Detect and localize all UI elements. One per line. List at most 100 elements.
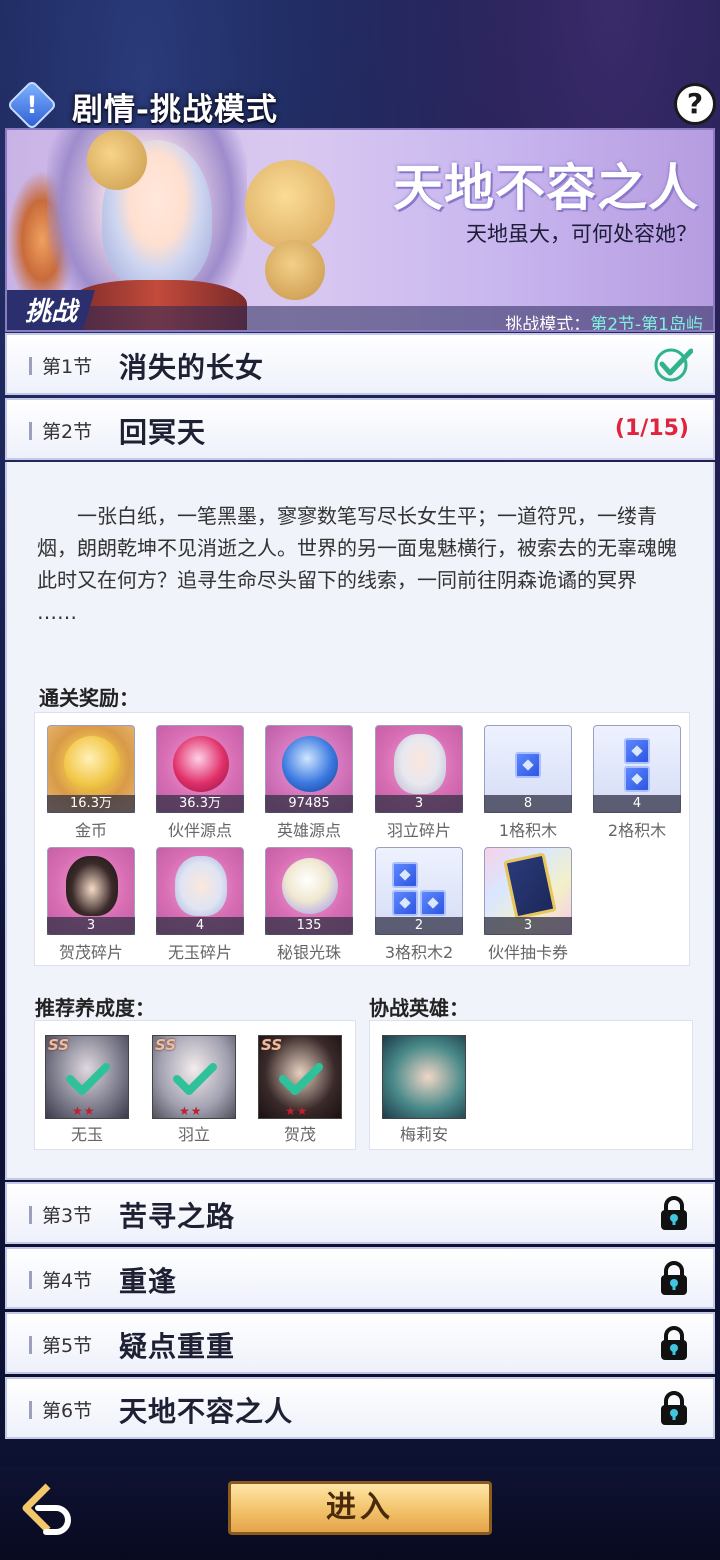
alert-icon[interactable]: ! <box>6 79 58 131</box>
section-4[interactable]: 第4节 重逢 <box>5 1247 715 1309</box>
reward-label: 秘银光珠 <box>276 943 341 962</box>
section-marker <box>29 1336 32 1354</box>
reward-label: 贺茂碎片 <box>58 943 123 962</box>
section-marker <box>29 422 32 440</box>
reward-qty: 4 <box>156 917 244 935</box>
section-number: 第4节 <box>42 1270 93 1292</box>
page-title: 剧情-挑战模式 <box>72 92 278 128</box>
reward-item[interactable]: 8 1格积木 <box>484 725 574 840</box>
lock-icon <box>661 1391 687 1425</box>
rewards-grid: 16.3万 金币 36.3万 伙伴源点 97485 英雄源点 3 羽立碎片 8 … <box>34 712 690 966</box>
reward-label: 羽立碎片 <box>386 821 451 840</box>
section-name: 疑点重重 <box>119 1330 236 1363</box>
banner-title: 天地不容之人 <box>393 158 699 217</box>
reward-item[interactable]: 4 2格积木 <box>593 725 683 840</box>
hero-portrait: SS ★★ <box>258 1035 342 1119</box>
challenge-mode-progress: 挑战模式：第2节-第1岛屿 <box>505 315 703 332</box>
section-6[interactable]: 第6节 天地不容之人 <box>5 1377 715 1439</box>
check-icon <box>66 1063 110 1095</box>
section-5[interactable]: 第5节 疑点重重 <box>5 1312 715 1374</box>
reward-item[interactable]: 135 秘银光珠 <box>265 847 355 962</box>
section-marker <box>29 357 32 375</box>
chapter-banner: 天地不容之人 天地虽大，可何处容她？ 挑战 挑战模式：第2节-第1岛屿 <box>5 128 715 332</box>
pig-mascot-icon <box>245 160 335 250</box>
reward-label: 3格积木2 <box>384 943 454 962</box>
reward-qty: 3 <box>47 917 135 935</box>
pig-mascot-icon <box>265 240 325 300</box>
reward-item[interactable]: 3 贺茂碎片 <box>47 847 137 962</box>
section-number: 第6节 <box>42 1400 93 1422</box>
recommended-hero[interactable]: SS ★★ 贺茂 <box>258 1035 342 1145</box>
reward-qty: 135 <box>265 917 353 935</box>
back-arrow-icon[interactable] <box>18 1480 78 1540</box>
hero-name: 梅莉安 <box>399 1125 448 1144</box>
hero-portrait <box>382 1035 466 1119</box>
hero-name: 贺茂 <box>283 1125 316 1144</box>
reward-item[interactable]: 16.3万 金币 <box>47 725 137 840</box>
help-button[interactable]: ? <box>674 83 716 125</box>
lock-icon <box>661 1261 687 1295</box>
section-name: 天地不容之人 <box>119 1395 294 1428</box>
pig-mascot-icon <box>87 130 147 190</box>
assist-title: 协战英雄： <box>369 996 469 1020</box>
reward-label: 1格积木 <box>498 821 558 840</box>
check-icon <box>279 1063 323 1095</box>
reward-qty: 97485 <box>265 795 353 813</box>
section-number: 第3节 <box>42 1205 93 1227</box>
section-progress: (1/15) <box>614 416 689 441</box>
reward-item[interactable]: 4 无玉碎片 <box>156 847 246 962</box>
section-detail-panel: 一张白纸，一笔黑墨，寥寥数笔写尽长女生平；一道符咒，一缕青烟，朗朗乾坤不见消逝之… <box>5 462 715 1180</box>
lock-icon <box>661 1326 687 1360</box>
section-name: 重逢 <box>119 1265 178 1298</box>
reward-label: 伙伴抽卡券 <box>487 943 568 962</box>
section-3[interactable]: 第3节 苦寻之路 <box>5 1182 715 1244</box>
section-number: 第2节 <box>42 421 93 443</box>
reward-label: 2格积木 <box>607 821 667 840</box>
reward-item[interactable]: 36.3万 伙伴源点 <box>156 725 246 840</box>
assist-heroes: 梅莉安 <box>369 1020 693 1150</box>
challenge-tag: 挑战 <box>7 290 95 330</box>
reward-item[interactable]: 3 羽立碎片 <box>375 725 465 840</box>
reward-qty: 4 <box>593 795 681 813</box>
lock-icon <box>661 1196 687 1230</box>
reward-item[interactable]: 2 3格积木2 <box>375 847 465 962</box>
recommended-hero[interactable]: SS ★★ 羽立 <box>152 1035 236 1145</box>
reward-qty: 36.3万 <box>156 795 244 813</box>
section-name: 消失的长女 <box>119 351 265 384</box>
section-marker <box>29 1206 32 1224</box>
reward-qty: 8 <box>484 795 572 813</box>
reward-qty: 3 <box>375 795 463 813</box>
recommend-title: 推荐养成度： <box>35 996 155 1020</box>
story-description: 一张白纸，一笔黑墨，寥寥数笔写尽长女生平；一道符咒，一缕青烟，朗朗乾坤不见消逝之… <box>37 500 687 628</box>
header: ! 剧情-挑战模式 ? <box>0 78 720 131</box>
rewards-title: 通关奖励： <box>39 686 139 710</box>
hero-name: 羽立 <box>177 1125 210 1144</box>
recommended-hero[interactable]: SS ★★ 无玉 <box>45 1035 129 1145</box>
banner-subtitle: 天地虽大，可何处容她？ <box>466 222 697 246</box>
reward-label: 伙伴源点 <box>167 821 232 840</box>
check-icon <box>173 1063 217 1095</box>
hero-portrait: SS ★★ <box>152 1035 236 1119</box>
story-ellipsis: …… <box>37 600 77 624</box>
section-number: 第1节 <box>42 356 93 378</box>
section-2[interactable]: 第2节 回冥天 (1/15) <box>5 398 715 460</box>
section-name: 回冥天 <box>119 416 207 449</box>
reward-item[interactable]: 3 伙伴抽卡券 <box>484 847 574 962</box>
section-marker <box>29 1271 32 1289</box>
story-text: 一张白纸，一笔黑墨，寥寥数笔写尽长女生平；一道符咒，一缕青烟，朗朗乾坤不见消逝之… <box>37 504 677 592</box>
hero-name: 无玉 <box>70 1125 103 1144</box>
reward-label: 金币 <box>74 821 107 840</box>
reward-qty: 2 <box>375 917 463 935</box>
section-name: 苦寻之路 <box>119 1200 236 1233</box>
section-number: 第5节 <box>42 1335 93 1357</box>
reward-item[interactable]: 97485 英雄源点 <box>265 725 355 840</box>
completed-check-icon <box>654 348 693 382</box>
section-1[interactable]: 第1节 消失的长女 <box>5 333 715 395</box>
enter-button[interactable]: 进入 <box>228 1481 492 1535</box>
hero-portrait: SS ★★ <box>45 1035 129 1119</box>
reward-label: 英雄源点 <box>276 821 341 840</box>
assist-hero[interactable]: 梅莉安 <box>382 1035 466 1145</box>
section-marker <box>29 1401 32 1419</box>
recommended-heroes: SS ★★ 无玉 SS ★★ 羽立 SS ★★ 贺茂 <box>34 1020 356 1150</box>
reward-qty: 16.3万 <box>47 795 135 813</box>
